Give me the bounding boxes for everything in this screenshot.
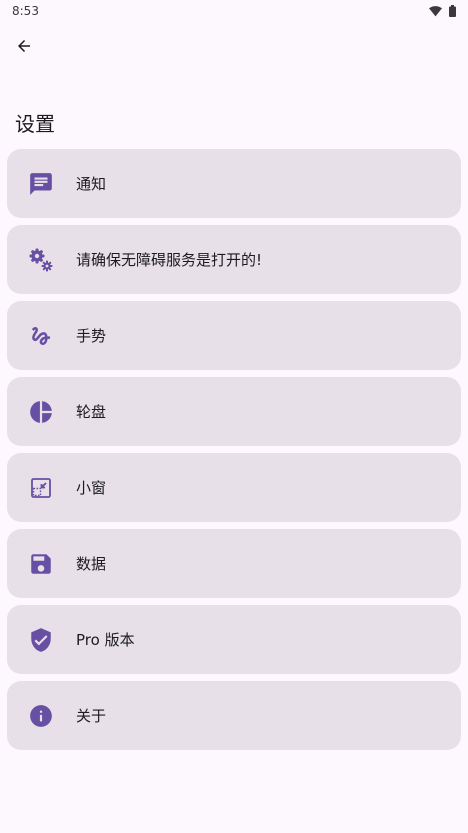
setting-item-label: 数据 [76, 555, 107, 573]
status-time: 8:53 [12, 4, 39, 18]
page-title: 设置 [15, 112, 55, 136]
setting-item-pro[interactable]: Pro 版本 [7, 605, 461, 674]
setting-item-accessibility[interactable]: 请确保无障碍服务是打开的! [7, 225, 461, 294]
setting-item-label: 轮盘 [76, 403, 107, 421]
setting-item-label: 手势 [76, 327, 107, 345]
gesture-icon [27, 322, 55, 350]
setting-item-label: 小窗 [76, 479, 107, 497]
setting-item-label: 请确保无障碍服务是打开的! [76, 251, 263, 269]
settings-list: 通知 请确保无障碍服务是打开的! 手势 轮盘 小窗 数据 Pro 版本 关于 [7, 149, 461, 750]
shield-check-icon [27, 626, 55, 654]
setting-item-small-window[interactable]: 小窗 [7, 453, 461, 522]
battery-icon [449, 2, 456, 21]
setting-item-label: Pro 版本 [76, 631, 135, 649]
setting-item-data[interactable]: 数据 [7, 529, 461, 598]
save-icon [27, 550, 55, 578]
wifi-icon [429, 2, 442, 21]
setting-item-gestures[interactable]: 手势 [7, 301, 461, 370]
setting-item-wheel[interactable]: 轮盘 [7, 377, 461, 446]
setting-item-about[interactable]: 关于 [7, 681, 461, 750]
info-icon [27, 702, 55, 730]
back-button[interactable] [10, 34, 38, 62]
setting-item-label: 通知 [76, 175, 107, 193]
status-icons [429, 2, 456, 21]
picture-in-picture-icon [27, 474, 55, 502]
arrow-back-icon [15, 37, 33, 59]
status-bar: 8:53 [0, 0, 468, 22]
message-icon [27, 170, 55, 198]
pie-chart-icon [27, 398, 55, 426]
setting-item-label: 关于 [76, 707, 107, 725]
setting-item-notifications[interactable]: 通知 [7, 149, 461, 218]
gears-icon [27, 246, 55, 274]
